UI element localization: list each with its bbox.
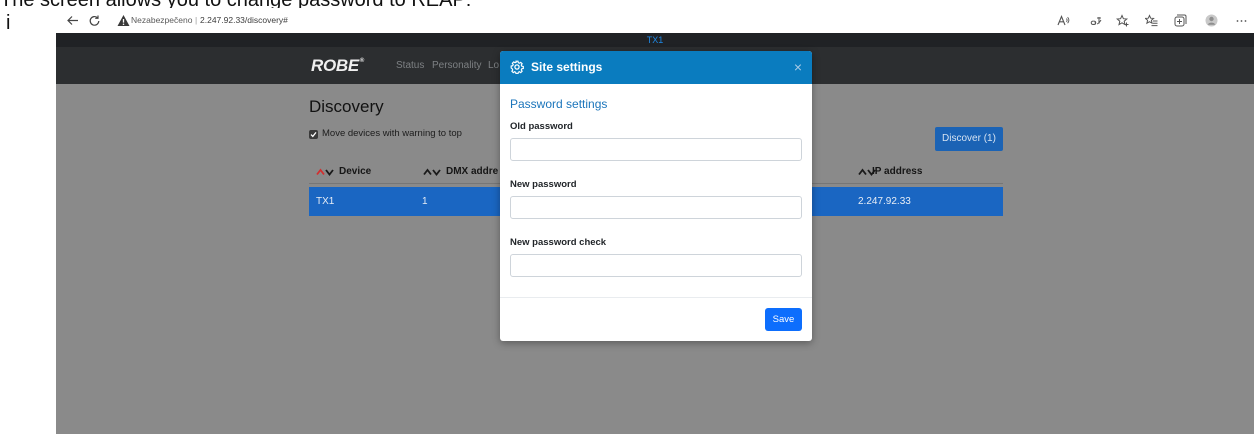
move-warning-checkbox[interactable]: [309, 130, 318, 139]
modal-title: Site settings: [531, 60, 603, 74]
column-label-device[interactable]: Device: [339, 160, 371, 184]
more-icon[interactable]: [1235, 14, 1248, 27]
cell-device: TX1: [316, 196, 335, 207]
sort-caret-icon[interactable]: [316, 167, 334, 177]
address-separator: |: [195, 15, 198, 25]
read-aloud-icon[interactable]: [1057, 14, 1070, 27]
gear-icon: [510, 60, 524, 74]
column-label-dmx[interactable]: DMX addre: [446, 160, 498, 184]
add-favorite-icon[interactable]: [1116, 14, 1129, 27]
profile-avatar-icon[interactable]: [1205, 14, 1218, 27]
device-name: TX1: [646, 35, 664, 45]
nav-item-partial[interactable]: Lo: [488, 47, 499, 84]
nav-item-status[interactable]: Status: [396, 47, 424, 84]
device-name-strip: TX1: [56, 33, 1254, 47]
site-settings-modal: Site settings × Password settings Old pa…: [500, 51, 812, 341]
checkmark-icon: [310, 131, 317, 138]
cell-ip: 2.247.92.33: [858, 196, 911, 207]
column-label-ip[interactable]: IP address: [872, 160, 922, 184]
security-warning-label[interactable]: Nezabezpečeno: [131, 8, 192, 33]
browser-toolbar: Nezabezpečeno | 2.247.92.33/discovery#: [56, 8, 1254, 33]
refresh-icon[interactable]: [88, 14, 101, 27]
modal-footer-divider: [500, 297, 812, 298]
favorites-icon[interactable]: [1145, 14, 1158, 27]
old-password-label: Old password: [510, 121, 573, 132]
collections-icon[interactable]: [1174, 14, 1187, 27]
modal-header: Site settings ×: [500, 51, 812, 84]
sort-caret-icon[interactable]: [423, 167, 441, 177]
address-bar-url[interactable]: 2.247.92.33/discovery#: [200, 8, 288, 33]
page-title: Discovery: [309, 97, 384, 116]
warning-icon: [117, 15, 130, 26]
move-warning-label[interactable]: Move devices with warning to top: [322, 127, 462, 141]
translate-icon[interactable]: [1089, 14, 1102, 27]
caption-marker: i: [6, 12, 11, 34]
nav-item-personality[interactable]: Personality: [432, 47, 481, 84]
new-password-label: New password: [510, 179, 577, 190]
save-button[interactable]: Save: [765, 308, 802, 331]
cell-dmx: 1: [422, 196, 428, 207]
close-icon[interactable]: ×: [794, 51, 802, 84]
old-password-field[interactable]: [510, 138, 802, 161]
new-password-field[interactable]: [510, 196, 802, 219]
back-arrow-icon[interactable]: [66, 14, 79, 27]
robe-logo[interactable]: ROBE®: [311, 47, 364, 84]
discover-button[interactable]: Discover (1): [935, 127, 1003, 151]
logo-registered-mark: ®: [359, 58, 365, 64]
new-password-check-field[interactable]: [510, 254, 802, 277]
new-password-check-label: New password check: [510, 237, 607, 248]
logo-text: ROBE: [311, 56, 359, 75]
password-settings-heading: Password settings: [510, 97, 608, 111]
